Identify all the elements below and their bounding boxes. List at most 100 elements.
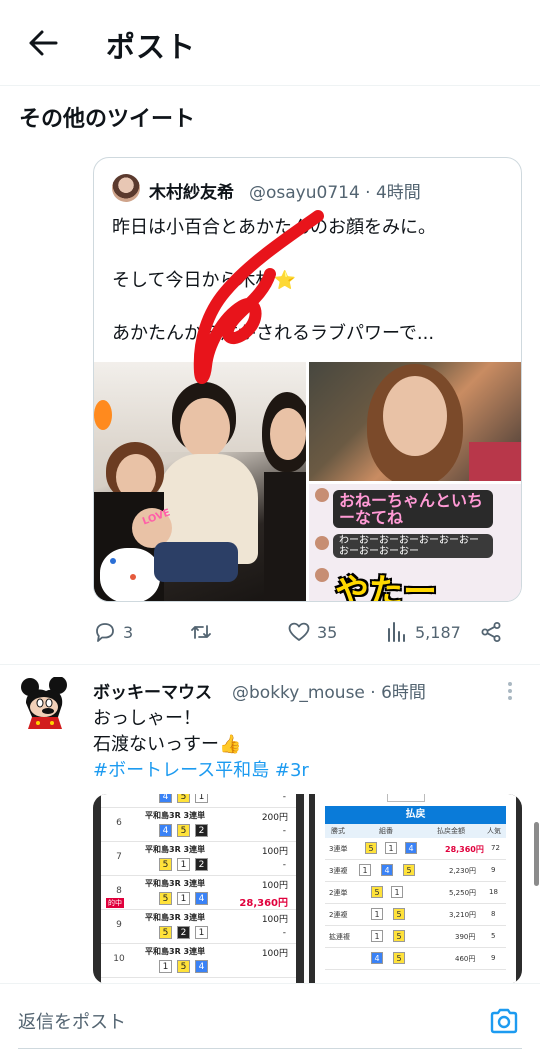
like-button[interactable]: 35 — [287, 615, 337, 649]
share-button[interactable] — [479, 615, 509, 649]
reply-count: 3 — [123, 622, 134, 642]
chip: 4 — [195, 892, 208, 905]
list-item: 7 平和島3R 3連単 100円 5 1 2 - — [101, 842, 296, 876]
reply-input[interactable]: 返信をポスト — [18, 1008, 126, 1034]
race-no: 6 — [116, 818, 122, 828]
chip: 5 — [393, 952, 405, 964]
chip: 4 — [405, 842, 417, 854]
chip: 1 — [385, 842, 397, 854]
hit-badge: 的中 — [106, 898, 124, 908]
race-name: 平和島3R 3連単 — [145, 879, 206, 888]
top-bar: ポスト — [0, 0, 540, 86]
chip: 5 — [365, 842, 377, 854]
reply-bar: 返信をポスト — [0, 983, 540, 1057]
quoted-text-line: あかたんから注がされるラブパワーで... — [112, 323, 435, 344]
chip: 4 — [159, 794, 172, 803]
chip: 4 — [371, 952, 383, 964]
race-amount: 200円 — [261, 813, 288, 823]
tweet-text-line: おっしゃー！ — [93, 708, 201, 729]
quoted-author-handle: @osayu0714 · 4時間 — [249, 183, 421, 203]
camera-icon[interactable] — [488, 1006, 520, 1036]
list-item: 9 平和島3R 3連単 100円 5 2 1 - — [101, 910, 296, 944]
chip: 1 — [371, 908, 383, 920]
payout-amount: 460円 — [455, 955, 476, 963]
chat-screenshot[interactable]: おねーちゃんといちーなてね わーおーおーおーおーおーおーおーおーおーおー やたー — [309, 484, 521, 602]
race-amount: 100円 — [261, 847, 288, 857]
race-amount: 100円 — [261, 915, 288, 925]
chip: 5 — [159, 926, 172, 939]
race-amount: 100円 — [261, 949, 288, 959]
chip: 5 — [177, 824, 190, 837]
author-handle: @bokky_mouse · 6時間 — [232, 683, 426, 703]
tweet-text-line: 石渡ないっすー👍 — [93, 734, 242, 755]
race-no: 10 — [113, 954, 125, 964]
quoted-author-name[interactable]: 木村紗友希 — [149, 178, 234, 203]
payout-screenshot[interactable]: 払戻 勝式 組番 払戻金額 人気 3連単 5 1 4 28,360円 72 3連… — [309, 794, 522, 984]
chat-bubble: おねーちゃんといちーなてね — [333, 490, 493, 528]
betting-history-screenshot[interactable]: 4 5 1 - 6 平和島3R 3連単 200円 4 5 2 - 7 平和島3R… — [93, 794, 304, 984]
group-photo[interactable]: LOVE — [94, 362, 306, 601]
dash: - — [282, 826, 286, 836]
bet-type: 3連複 — [329, 867, 348, 875]
chip: 1 — [391, 886, 403, 898]
section-title: その他のツイート — [19, 107, 196, 132]
scrollbar[interactable] — [534, 822, 539, 886]
divider — [0, 664, 540, 665]
race-amount: 100円 — [261, 881, 288, 891]
race-name: 平和島3R 3連単 — [145, 947, 206, 956]
race-no: 7 — [116, 852, 122, 862]
table-row: 3連複 1 4 5 2,230円 9 — [325, 860, 506, 882]
payout-header: 払戻 — [325, 806, 506, 824]
bet-type: 3連単 — [329, 845, 348, 853]
more-options-icon[interactable] — [500, 680, 520, 702]
analytics-icon — [388, 622, 405, 642]
reply-button[interactable]: 3 — [93, 615, 133, 649]
dash: - — [282, 860, 286, 870]
reply-icon — [96, 623, 114, 642]
selfie-photo[interactable] — [309, 362, 521, 481]
popularity: 18 — [489, 888, 498, 896]
chip: 5 — [177, 794, 190, 803]
chip: 4 — [195, 960, 208, 973]
chip: 1 — [177, 858, 190, 871]
yata-sticker: やたー — [335, 572, 437, 602]
avatar[interactable] — [18, 677, 72, 731]
author-name[interactable]: ボッキーマウス — [93, 678, 212, 703]
chip: 2 — [177, 926, 190, 939]
hashtags[interactable]: #ボートレース平和島 #3r — [93, 758, 309, 784]
payout-columns: 勝式 組番 払戻金額 人気 — [325, 824, 506, 838]
repost-button[interactable] — [189, 615, 219, 649]
chip: 1 — [159, 960, 172, 973]
column-header: 人気 — [487, 827, 501, 835]
chip: 2 — [195, 824, 208, 837]
reply-underline — [18, 1048, 522, 1049]
race-name: 平和島3R 3連単 — [145, 811, 206, 820]
tweet-media-grid: 4 5 1 - 6 平和島3R 3連単 200円 4 5 2 - 7 平和島3R… — [93, 794, 522, 984]
chip: 1 — [371, 930, 383, 942]
list-item: 6 平和島3R 3連単 200円 4 5 2 - — [101, 808, 296, 842]
quoted-text-line: 昨日は小百合とあかたんのお顔をみに。 — [112, 217, 436, 238]
dash: - — [282, 928, 286, 938]
avatar[interactable] — [112, 174, 140, 202]
views-button[interactable]: 5,187 — [385, 615, 461, 649]
quoted-tweet-card[interactable]: 木村紗友希 @osayu0714 · 4時間 昨日は小百合とあかたんのお顔をみに… — [93, 157, 522, 602]
column-header: 払戻金額 — [437, 827, 465, 835]
table-row: 3連単 5 1 4 28,360円 72 — [325, 838, 506, 860]
table-row: 2連単 5 1 5,250円 18 — [325, 882, 506, 904]
bet-type: 拡連複 — [329, 933, 350, 941]
chip: 5 — [403, 864, 415, 876]
chip: 5 — [371, 886, 383, 898]
quoted-media-grid: LOVE おねーちゃんといちーなてね わーおーおーおーおーおーおーおーおーおーお… — [94, 362, 521, 602]
popularity: 9 — [491, 866, 496, 874]
chat-bubble: わーおーおーおーおーおーおーおーおーおーおー — [333, 534, 493, 558]
race-payout: 28,360円 — [239, 898, 288, 909]
bet-type: 2連複 — [329, 911, 348, 919]
view-count: 5,187 — [415, 622, 461, 642]
bet-type: 2連単 — [329, 889, 348, 897]
payout-amount: 3,210円 — [449, 911, 477, 919]
back-arrow-icon[interactable] — [26, 28, 58, 58]
chip: 5 — [159, 858, 172, 871]
list-item: 10 平和島3R 3連単 100円 1 5 4 — [101, 944, 296, 978]
chip: 1 — [195, 794, 208, 803]
table-row: 4 5 460円 9 — [325, 948, 506, 970]
